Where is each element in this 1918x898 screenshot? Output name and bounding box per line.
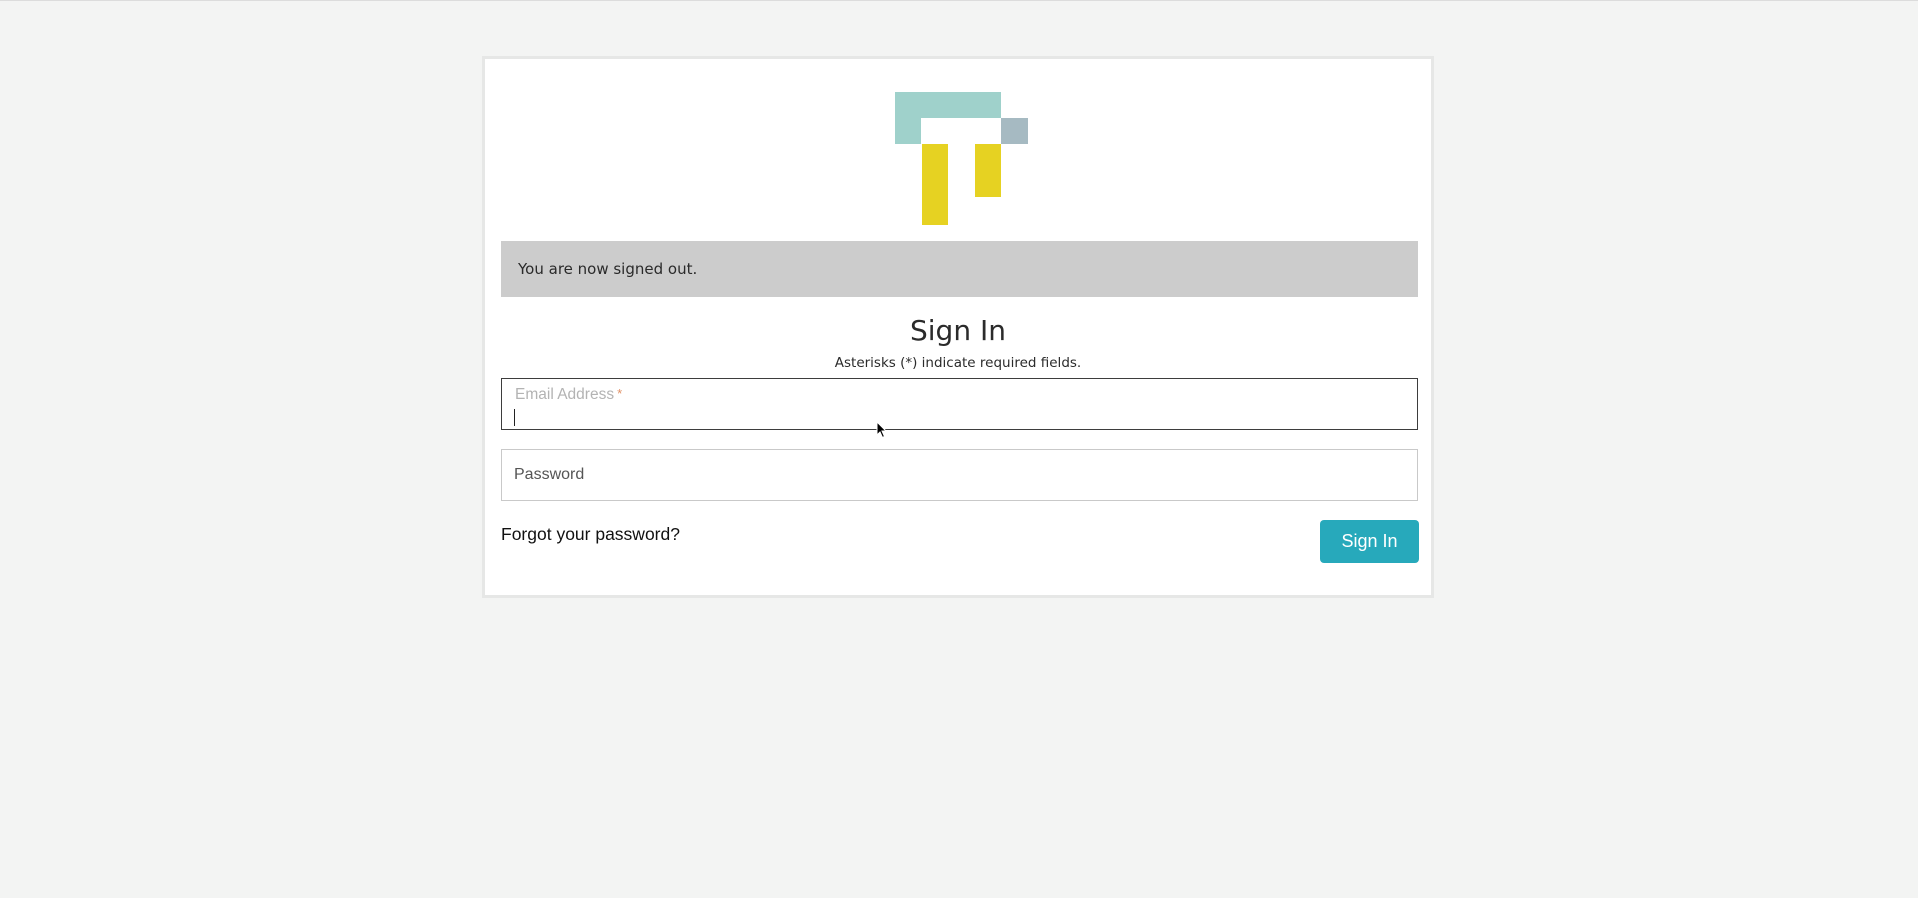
email-input[interactable] [514, 407, 1405, 425]
text-caret [514, 409, 515, 426]
required-fields-note: Asterisks (*) indicate required fields. [834, 355, 1082, 371]
signed-out-message: You are now signed out. [518, 260, 698, 278]
signed-out-notice: You are now signed out. [501, 241, 1418, 297]
brand-logo [895, 92, 1035, 228]
password-field[interactable] [501, 449, 1418, 501]
required-asterisk: * [617, 386, 623, 401]
sign-in-card: You are now signed out. Sign In Asterisk… [482, 56, 1434, 598]
sign-in-button[interactable]: Sign In [1320, 520, 1419, 563]
email-label: Email Address * [515, 386, 623, 403]
window-top-border [0, 0, 1918, 1]
page-title: Sign In [910, 314, 1006, 347]
forgot-password-link[interactable]: Forgot your password? [501, 524, 680, 545]
password-input[interactable] [514, 450, 1405, 500]
mouse-pointer-icon [876, 420, 888, 439]
email-field[interactable]: Email Address * [501, 378, 1418, 430]
